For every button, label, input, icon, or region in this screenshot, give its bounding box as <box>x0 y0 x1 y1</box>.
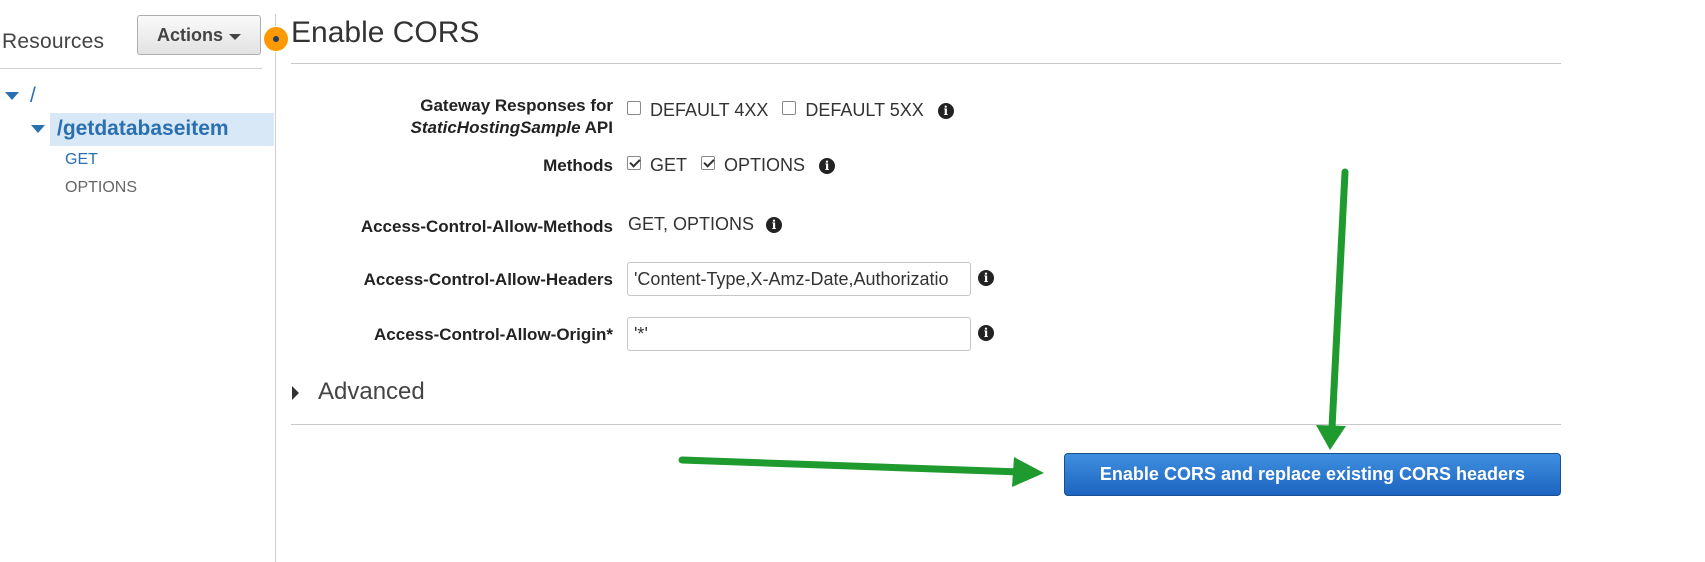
panel-divider[interactable] <box>275 14 276 562</box>
arrow-vertical <box>1316 168 1349 450</box>
checkbox-get-label[interactable]: GET <box>650 155 687 176</box>
allow-origin-input[interactable] <box>627 317 971 351</box>
api-suffix: API <box>580 118 613 137</box>
info-icon[interactable]: i <box>978 325 994 341</box>
checkbox-default-5xx[interactable] <box>782 100 797 115</box>
methods-label: Methods <box>543 156 613 175</box>
allow-methods-label: Access-Control-Allow-Methods <box>360 217 613 236</box>
expand-triangle-icon[interactable] <box>31 125 45 133</box>
arrow-horizontal <box>678 456 1044 487</box>
expand-triangle-icon[interactable] <box>292 386 299 400</box>
allow-headers-input[interactable] <box>627 262 971 296</box>
allow-methods-row: GET, OPTIONS i <box>628 214 783 235</box>
gateway-responses-label-line1: Gateway Responses for <box>420 96 613 115</box>
checkbox-default-4xx[interactable] <box>627 100 641 115</box>
caret-down-icon <box>229 33 241 40</box>
allow-headers-label: Access-Control-Allow-Headers <box>363 270 613 289</box>
api-name: StaticHostingSample <box>410 118 581 137</box>
checkbox-options[interactable] <box>701 155 716 170</box>
checkbox-options-label[interactable]: OPTIONS <box>724 155 805 176</box>
info-icon[interactable]: i <box>766 216 783 233</box>
tree-item-root[interactable]: / <box>30 84 36 108</box>
resources-divider <box>0 68 262 69</box>
actions-button-label: Actions <box>156 24 223 45</box>
checkbox-default-4xx-label[interactable]: DEFAULT 4XX <box>650 100 768 121</box>
checkbox-default-5xx-label[interactable]: DEFAULT 5XX <box>805 100 923 121</box>
methods-options: GET OPTIONS i <box>627 155 836 176</box>
resources-title: Resources <box>2 30 105 53</box>
allow-methods-value: GET, OPTIONS <box>628 214 755 234</box>
enable-cors-button[interactable]: Enable CORS and replace existing CORS he… <box>1064 453 1561 496</box>
info-icon[interactable]: i <box>819 157 836 174</box>
info-icon[interactable]: i <box>978 270 994 286</box>
advanced-toggle[interactable]: Advanced <box>318 378 425 406</box>
actions-button[interactable]: Actions <box>137 15 261 55</box>
tree-item-method-options[interactable]: OPTIONS <box>65 179 137 197</box>
info-icon[interactable]: i <box>937 102 954 119</box>
gateway-responses-label-line2: StaticHostingSample API <box>411 117 613 139</box>
tree-item-getdatabaseitem[interactable]: /getdatabaseitem <box>57 117 229 141</box>
allow-origin-label: Access-Control-Allow-Origin* <box>374 325 613 344</box>
status-dot-icon <box>264 27 288 51</box>
gateway-responses-options: DEFAULT 4XX DEFAULT 5XX i <box>627 100 954 121</box>
tree-item-method-get[interactable]: GET <box>65 151 98 169</box>
page-title: Enable CORS <box>291 16 480 49</box>
gateway-responses-label: Gateway Responses for StaticHostingSampl… <box>411 95 613 139</box>
expand-triangle-icon[interactable] <box>5 92 19 100</box>
divider <box>291 63 1561 64</box>
divider <box>291 424 1561 425</box>
checkbox-get[interactable] <box>627 155 641 170</box>
